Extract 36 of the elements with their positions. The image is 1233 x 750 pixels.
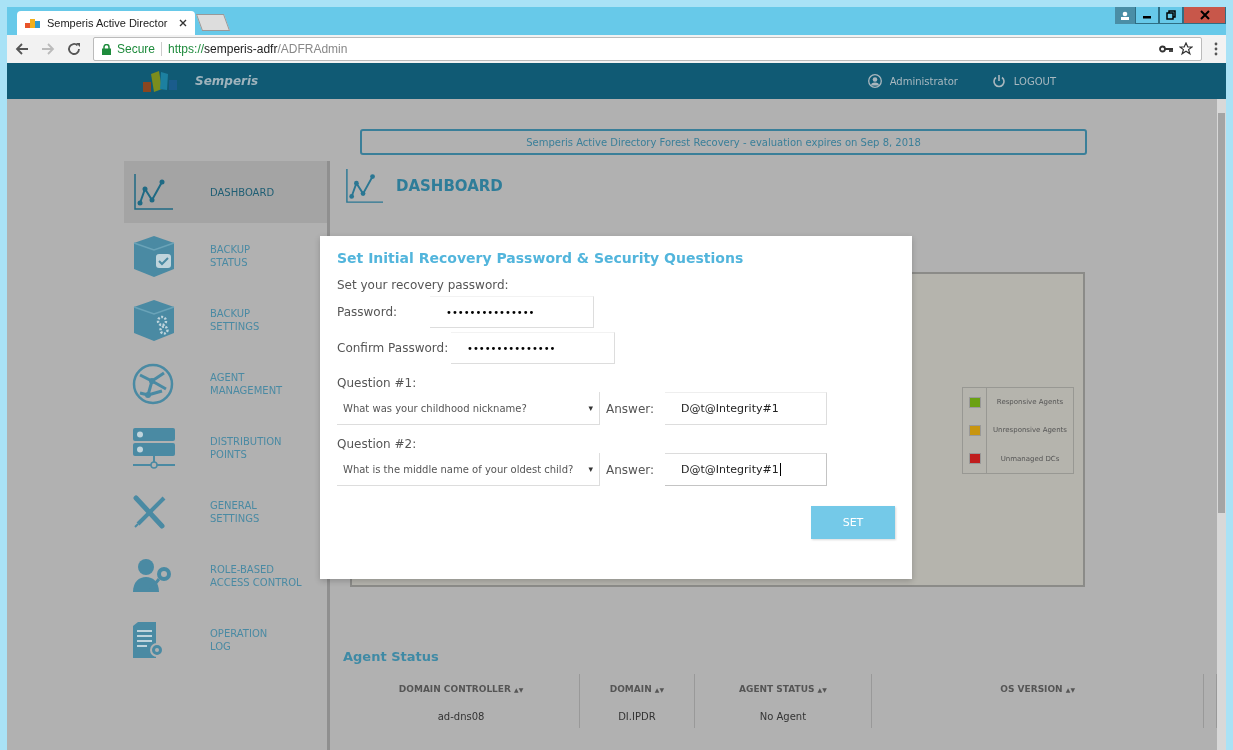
sidebar-item[interactable]: OPERATION LOG [124,609,327,671]
brand-name: Semperis [195,74,259,88]
table-cell: DI.IPDR [579,704,695,728]
field-label: Password: [337,305,399,319]
page-title: DASHBOARD [396,177,503,195]
sidebar-item[interactable]: BACKUP SETTINGS [124,289,327,351]
question-dropdown[interactable]: What was your childhood nickname? ▾ [337,392,600,425]
sidebar-item[interactable]: ROLE-BASED ACCESS CONTROL [124,545,327,607]
address-bar[interactable]: Secure https://semperis-adfr/ADFRAdmin [93,37,1202,61]
browser-tab[interactable]: Semperis Active Director [17,11,195,35]
set-button[interactable]: SET [811,506,895,539]
question-dropdown[interactable]: What is the middle name of your oldest child? ▾ [337,453,600,486]
sidebar-item[interactable]: GENERAL SETTINGS [124,481,327,543]
url-text: https://semperis-adfr/ADFRAdmin [168,42,348,56]
secure-label: Secure [117,42,156,56]
password-field[interactable]: ••••••••••••••• [430,296,594,328]
sidebar-item[interactable]: DASHBOARD [124,161,327,223]
field-label: Question #1: [337,376,418,390]
field-label: Confirm Password: [337,341,450,355]
sidebar-item[interactable]: AGENT MANAGEMENT [124,353,327,415]
dialog-title: Set Initial Recovery Password & Security Questions [337,250,745,266]
logout-button[interactable]: LOGOUT [991,74,1056,88]
answer-field[interactable]: D@t@Integrity#1 [665,392,827,425]
evaluation-banner: Semperis Active Directory Forest Recovery - evaluation expires on Sep 8, 2018 [360,129,1087,155]
answer-field[interactable]: D@t@Integrity#1 [665,453,827,486]
user-menu[interactable]: Administrator [867,74,958,88]
field-label: Answer: [606,401,656,416]
section-title: Agent Status [343,649,440,664]
table-cell: No Agent [694,704,872,728]
confirm-password-field[interactable]: ••••••••••••••• [451,332,615,364]
sidebar-item[interactable]: DISTRIBUTION POINTS [124,417,327,479]
sidebar-item[interactable]: BACKUP STATUS [124,225,327,287]
instruction-text: Set your recovery password: [337,278,510,292]
field-label: Answer: [606,462,656,477]
table-cell: ad-dns08 [343,704,580,728]
field-label: Question #2: [337,437,418,451]
